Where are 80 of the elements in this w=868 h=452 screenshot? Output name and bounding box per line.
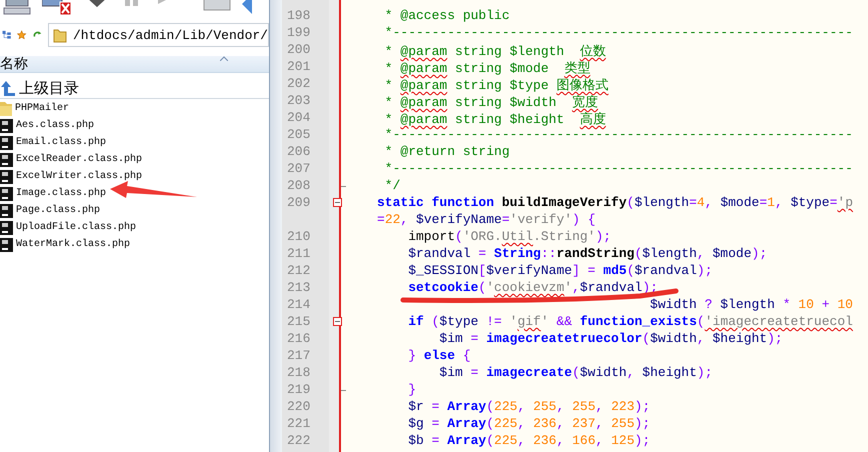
- line-number: 199: [287, 25, 310, 40]
- folder-icon: [52, 27, 67, 43]
- file-name: Image.class.php: [16, 188, 106, 199]
- code-line: *-----------------------------------------------------------: [384, 161, 853, 176]
- column-header[interactable]: 名称: [0, 56, 269, 73]
- code-line: $b = Array(225, 236, 166, 125);: [407, 433, 650, 448]
- file-item[interactable]: WaterMark.class.php: [0, 236, 269, 253]
- file-item[interactable]: PHPMailer: [0, 100, 269, 117]
- path-field[interactable]: /htdocs/admin/Lib/Vendor/: [48, 23, 269, 47]
- path-text: /htdocs/admin/Lib/Vendor/: [72, 28, 268, 42]
- file-name: 上级目录: [19, 79, 79, 98]
- line-number: 221: [287, 416, 310, 431]
- parent-folder-item[interactable]: 上级目录: [0, 79, 269, 99]
- code-line: $g = Array(225, 236, 237, 255);: [407, 416, 650, 431]
- code-line: $im = imagecreatetruecolor($width, $height);: [438, 331, 783, 346]
- code-line: $im = imagecreate($width, $height);: [438, 365, 713, 380]
- code-line: * @param string $height 高度: [384, 112, 606, 127]
- line-number: 201: [287, 59, 310, 74]
- file-item[interactable]: Image.class.php: [0, 185, 269, 202]
- line-number: 209: [287, 195, 310, 210]
- line-number: 202: [287, 76, 310, 91]
- code-line: * @param string $mode 类型: [384, 61, 590, 76]
- line-number: 213: [287, 280, 310, 295]
- file-name: ExcelWriter.class.php: [16, 171, 142, 182]
- code-line: $width ? $length * 10 + 10: [649, 297, 853, 312]
- code-line: */: [384, 178, 400, 193]
- column-title: 名称: [0, 56, 28, 72]
- line-number: 216: [287, 331, 310, 346]
- code-line: * @param string $length 位数: [384, 44, 606, 59]
- file-item[interactable]: Page.class.php: [0, 202, 269, 219]
- fold-toggle[interactable]: [333, 317, 342, 326]
- line-number: 212: [287, 263, 310, 278]
- file-item[interactable]: ExcelReader.class.php: [0, 151, 269, 168]
- line-number: 217: [287, 348, 310, 363]
- code-line: *-----------------------------------------------------------: [384, 127, 853, 142]
- file-name: WaterMark.class.php: [16, 239, 130, 250]
- file-name: PHPMailer: [15, 103, 70, 114]
- file-name: UploadFile.class.php: [16, 222, 136, 233]
- line-number: 208: [287, 178, 310, 193]
- line-number: 220: [287, 399, 310, 414]
- line-number: 222: [287, 433, 310, 448]
- file-item[interactable]: Aes.class.php: [0, 117, 269, 134]
- file-item[interactable]: Email.class.php: [0, 134, 269, 151]
- line-number: 207: [287, 161, 310, 176]
- file-item[interactable]: UploadFile.class.php: [0, 219, 269, 236]
- line-number: 218: [287, 365, 310, 380]
- code-line: * @return string: [384, 144, 510, 159]
- line-number: 214: [287, 297, 310, 312]
- up-arrow-icon: [0, 80, 16, 98]
- line-number: 215: [287, 314, 310, 329]
- line-number: 204: [287, 110, 310, 125]
- code-line: * @param string $type 图像格式: [384, 78, 608, 93]
- file-name: Email.class.php: [16, 137, 106, 148]
- line-number: 205: [287, 127, 310, 142]
- line-number: 200: [287, 42, 310, 57]
- file-name: Page.class.php: [16, 205, 100, 216]
- code-line: }: [407, 382, 416, 397]
- code-line: import('ORG.Util.String');: [407, 229, 612, 244]
- code-line: } else {: [407, 348, 471, 363]
- fold-toggle[interactable]: [333, 198, 342, 207]
- code-line: * @access public: [384, 8, 510, 23]
- line-number: 198: [287, 8, 310, 23]
- code-line: *-----------------------------------------------------------: [384, 25, 853, 40]
- code-line: =22, $verifyName='verify') {: [377, 212, 596, 227]
- folder-icon: [0, 100, 12, 116]
- line-number: 219: [287, 382, 310, 397]
- line-number: 203: [287, 93, 310, 108]
- code-line: $r = Array(225, 255, 255, 223);: [407, 399, 650, 414]
- code-line: $randval = String::randString($length, $mode);: [407, 246, 768, 261]
- line-number: 211: [287, 246, 310, 261]
- line-number: 210: [287, 229, 310, 244]
- code-line: if ($type != 'gif' && function_exists('imagecreatetruecol: [407, 314, 853, 329]
- file-name: ExcelReader.class.php: [16, 154, 142, 165]
- line-number: 206: [287, 144, 310, 159]
- file-item[interactable]: ExcelWriter.class.php: [0, 168, 269, 185]
- sort-caret-icon: [220, 56, 228, 61]
- code-line: static function buildImageVerify($length=4, $mode=1, $type='p: [377, 195, 853, 210]
- code-line: $_SESSION[$verifyName] = md5($randval);: [407, 263, 713, 278]
- code-line: * @param string $width 宽度: [384, 95, 598, 110]
- file-name: Aes.class.php: [16, 120, 94, 131]
